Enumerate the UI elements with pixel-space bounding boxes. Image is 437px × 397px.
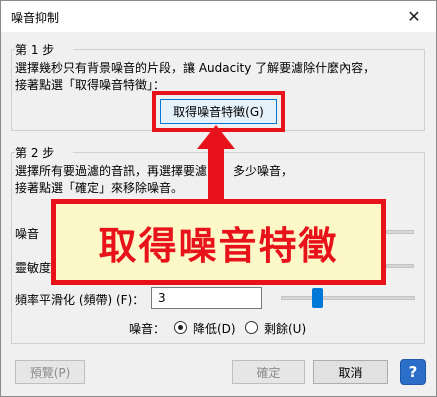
frequency-smoothing-label: 頻率平滑化 (頻帶) (F)： xyxy=(15,293,145,307)
residue-radio[interactable] xyxy=(245,321,258,334)
step1-label: 第 1 步 xyxy=(15,43,55,57)
noise-reduction-slider[interactable] xyxy=(386,230,414,234)
noise-reduction-dialog: 噪音抑制 ✕ 第 1 步 選擇幾秒只有背景噪音的片段，讓 Audacity 了解… xyxy=(0,0,437,397)
frequency-smoothing-input[interactable]: 3 xyxy=(151,287,262,309)
frequency-smoothing-slider-thumb[interactable] xyxy=(312,288,323,308)
sensitivity-slider[interactable] xyxy=(386,264,414,268)
help-button[interactable]: ? xyxy=(400,359,426,385)
close-button[interactable]: ✕ xyxy=(392,1,436,32)
callout-box: 取得噪音特徵 xyxy=(51,199,386,285)
cancel-button[interactable]: 取消 xyxy=(313,360,388,384)
frequency-smoothing-slider[interactable] xyxy=(281,296,415,300)
frequency-smoothing-value: 3 xyxy=(158,291,166,305)
ok-button[interactable]: 確定 xyxy=(232,360,305,384)
step2-instruction-line1-tail: 多少噪音， xyxy=(233,164,294,178)
step2-instruction-line2: 接著點選「確定」來移除噪音。 xyxy=(15,181,184,195)
callout-text: 取得噪音特徵 xyxy=(98,223,339,268)
help-icon: ? xyxy=(408,363,418,381)
step2-instruction-line1: 選擇所有要過濾的音訊，再選擇要濾 xyxy=(15,164,208,178)
reduce-radio[interactable] xyxy=(174,321,187,334)
sensitivity-row-label: 靈敏度 xyxy=(15,261,52,275)
step1-instruction-line1: 選擇幾秒只有背景噪音的片段，讓 Audacity 了解要濾除什麼內容， xyxy=(15,61,376,75)
window-title: 噪音抑制 xyxy=(11,11,60,25)
residue-radio-label[interactable]: 剩餘(U) xyxy=(264,320,306,337)
noise-reduction-row-label: 噪音 xyxy=(15,227,40,241)
title-bar: 噪音抑制 ✕ xyxy=(1,1,436,32)
callout-arrow-shaft xyxy=(208,137,224,201)
step2-label: 第 2 步 xyxy=(15,146,55,160)
preview-button[interactable]: 預覽(P) xyxy=(15,360,85,384)
reduce-radio-label[interactable]: 降低(D) xyxy=(193,320,236,337)
step1-instruction-line2: 接著點選「取得噪音特徵」： xyxy=(15,78,166,92)
get-noise-profile-button[interactable]: 取得噪音特徵(G) xyxy=(160,99,277,124)
noise-mode-label: 噪音： xyxy=(129,322,166,336)
